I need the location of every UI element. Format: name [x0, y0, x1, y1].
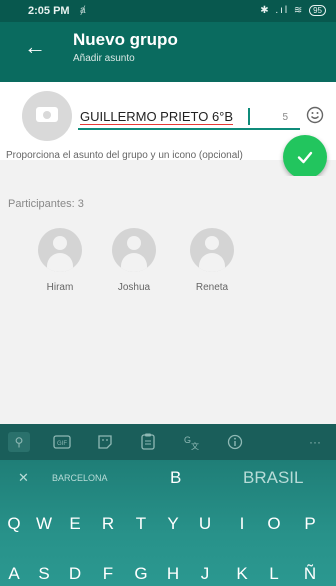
status-time: 2:05 PM — [28, 5, 70, 17]
status-indicators: ✱ .ıl ≋ 95 — [260, 5, 326, 16]
dismiss-suggestions-icon[interactable]: ✕ — [18, 470, 29, 486]
avatar — [38, 228, 82, 272]
key-g[interactable]: G — [129, 564, 153, 584]
keyboard-toolbar: ⚲ GIF G文 ··· — [0, 424, 336, 460]
translate-icon[interactable]: G文 — [180, 432, 202, 452]
participant-name: Hiram — [46, 282, 74, 293]
key-o[interactable]: O — [262, 514, 286, 534]
clipboard-icon[interactable] — [137, 432, 159, 452]
participant-name: Joshua — [117, 282, 151, 293]
key-h[interactable]: H — [161, 564, 185, 584]
key-i[interactable]: I — [230, 514, 254, 534]
battery-icon: 95 — [309, 5, 326, 16]
key-l[interactable]: L — [262, 564, 286, 584]
info-icon[interactable] — [224, 432, 246, 452]
participant-item[interactable]: Joshua — [104, 228, 164, 293]
key-p[interactable]: P — [298, 514, 322, 534]
svg-text:G: G — [184, 435, 191, 445]
participant-name: Reneta — [195, 282, 229, 293]
avatar — [112, 228, 156, 272]
key-a[interactable]: A — [2, 564, 26, 584]
suggestion-right[interactable]: BRASIL — [243, 468, 303, 488]
camera-icon — [36, 107, 58, 122]
participants-section: Participantes: 3 Hiram Joshua Reneta — [0, 176, 336, 424]
key-y[interactable]: Y — [161, 514, 185, 534]
keyboard: ✕ BARCELONA B BRASIL Q W E R T Y U I O P… — [0, 460, 336, 586]
more-icon[interactable]: ··· — [304, 432, 326, 452]
key-u[interactable]: U — [193, 514, 217, 534]
group-subject-input[interactable]: GUILLERMO PRIETO 6°B 5 — [78, 106, 300, 130]
suggestion-bar: ✕ BARCELONA B BRASIL — [0, 460, 336, 498]
svg-text:GIF: GIF — [57, 441, 67, 447]
key-r[interactable]: R — [96, 514, 120, 534]
page-subtitle: Añadir asunto — [73, 53, 135, 64]
suggestion-left[interactable]: BARCELONA — [52, 473, 108, 483]
key-n-tilde[interactable]: Ñ — [298, 564, 322, 584]
avatar — [190, 228, 234, 272]
page-title: Nuevo grupo — [73, 30, 178, 49]
participant-item[interactable]: Hiram — [30, 228, 90, 293]
signal-icons: ✱ .ıl ≋ — [260, 5, 305, 16]
svg-text:文: 文 — [191, 441, 199, 450]
key-q[interactable]: Q — [2, 514, 26, 534]
back-arrow-icon[interactable]: ← — [24, 36, 46, 58]
key-s[interactable]: S — [32, 564, 56, 584]
key-f[interactable]: F — [96, 564, 120, 584]
notification-icon: ⱥ — [80, 5, 86, 16]
participant-item[interactable]: Reneta — [182, 228, 242, 293]
status-bar: 2:05 PM ⱥ ✱ .ıl ≋ 95 — [0, 0, 336, 22]
gif-icon[interactable]: GIF — [51, 432, 73, 452]
search-icon[interactable]: ⚲ — [8, 432, 30, 452]
key-k[interactable]: K — [230, 564, 254, 584]
suggestion-middle[interactable]: B — [170, 468, 181, 488]
key-d[interactable]: D — [63, 564, 87, 584]
key-w[interactable]: W — [32, 514, 56, 534]
check-icon — [297, 151, 313, 164]
emoji-icon[interactable] — [306, 106, 324, 124]
subject-value: GUILLERMO PRIETO 6°B — [80, 109, 234, 125]
text-cursor — [248, 108, 250, 125]
char-counter: 5 — [282, 112, 288, 123]
key-t[interactable]: T — [129, 514, 153, 534]
confirm-button[interactable] — [283, 135, 327, 179]
participants-label: Participantes: 3 — [8, 198, 84, 210]
key-j[interactable]: J — [193, 564, 217, 584]
app-bar: ← Nuevo grupo Añadir asunto — [0, 22, 336, 82]
subject-hint: Proporciona el asunto del grupo y un ico… — [6, 150, 243, 161]
key-e[interactable]: E — [63, 514, 87, 534]
group-icon-button[interactable] — [22, 91, 72, 141]
sticker-icon[interactable] — [94, 432, 116, 452]
